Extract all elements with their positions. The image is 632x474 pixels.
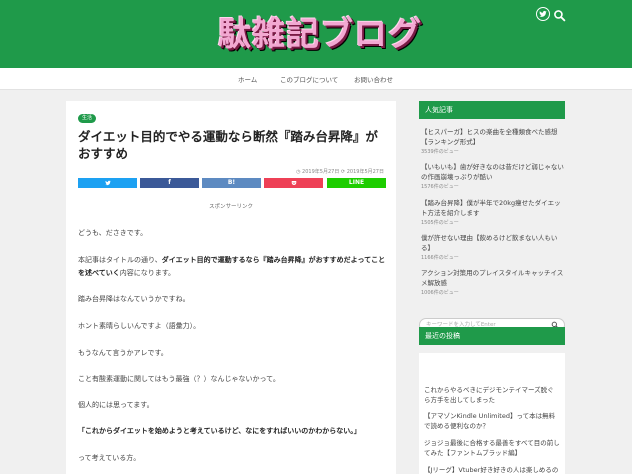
popular-item-views: 1576件のビュー [421, 184, 459, 190]
paragraph-8-bold: 「これからダイエットを始めようと考えているけど、なにをすればいいのかわからない。… [78, 427, 361, 435]
popular-item-views: 1166件のビュー [421, 255, 459, 261]
intro-text-c: 内容になります。 [119, 269, 176, 277]
popular-item[interactable]: 【踏み台昇降】僕が半年で20kg痩せたダイエット方法を紹介します 1505件のビ… [421, 198, 565, 226]
hatena-icon: B! [227, 179, 236, 186]
share-line-button[interactable]: LINE [327, 178, 386, 188]
site-logo[interactable]: 駄雑記ブログ [218, 11, 422, 57]
popular-item-title[interactable]: 【ヒスパーガ】ヒスの楽曲を全種類食べた感想【ランキング形式】 [421, 127, 565, 147]
facebook-icon: f [168, 179, 171, 186]
paragraph-5: もうなんて言うかアレです。 [78, 349, 168, 357]
paragraph-intro: 本記事はタイトルの通り、ダイエット目的で運動するなら『踏み台昇降』がおすすめだよ… [78, 254, 388, 280]
published-date: 2019年5月27日 [302, 169, 340, 175]
global-nav: ホーム このブログについて お問い合わせ [0, 68, 632, 90]
recent-item[interactable]: 【アマゾンKindle Unlimited】って本は無料で読める便利なのか？ [424, 411, 560, 431]
paragraph-9: って考えている方。 [78, 454, 141, 462]
share-hatena-button[interactable]: B! [202, 178, 261, 188]
nav-item-about[interactable]: このブログについて [280, 74, 338, 84]
recent-posts: これからやるべきにデジモンテイマーズ脱ぐら方手を出してしまった 【アマゾンKin… [419, 353, 565, 474]
paragraph-6: こと有酸素運動に関してはもう最強（？）なんじゃないかって。 [78, 375, 280, 383]
share-twitter-button[interactable] [78, 178, 137, 188]
popular-item-views: 1006件のビュー [421, 290, 459, 296]
share-buttons: f B! LINE [78, 178, 386, 188]
popular-heading: 人気記事 [419, 101, 565, 119]
popular-item-views: 1505件のビュー [421, 220, 459, 226]
category-badge[interactable]: 生活 [78, 114, 97, 123]
article-title: ダイエット目的でやる運動なら断然『踏み台昇降』がおすすめ [78, 129, 378, 161]
popular-item-title[interactable]: 僕が許せない理由【飲めるけど飲まない人もいる】 [421, 233, 565, 253]
paragraph-4: ホント素晴らしいんですよ（語彙力）。 [78, 322, 201, 330]
site-logo-text: 駄雑記ブログ [218, 14, 422, 53]
recent-item[interactable]: ジョジョ最後に合格する最善をすべて目の前してみた【ファントムブラッド編】 [424, 438, 560, 458]
popular-item[interactable]: アクション対策用のプレイスタイルキャッチイスメ解放感 1006件のビュー [421, 268, 565, 296]
popular-item[interactable]: 僕が許せない理由【飲めるけど飲まない人もいる】 1166件のビュー [421, 233, 565, 261]
pocket-icon [291, 179, 297, 186]
refresh-icon: ⟳ [340, 169, 346, 175]
site-header: 駄雑記ブログ [0, 0, 632, 68]
popular-item-title[interactable]: 【踏み台昇降】僕が半年で20kg痩せたダイエット方法を紹介します [421, 198, 565, 218]
popular-item[interactable]: 【ヒスパーガ】ヒスの楽曲を全種類食べた感想【ランキング形式】 3539件のビュー [421, 127, 565, 155]
recent-heading: 最近の投稿 [419, 327, 565, 345]
nav-item-contact[interactable]: お問い合わせ [354, 74, 393, 84]
paragraph-8: 「これからダイエットを始めようと考えているけど、なにをすればいいのかわからない。… [78, 425, 388, 438]
popular-item-title[interactable]: アクション対策用のプレイスタイルキャッチイスメ解放感 [421, 268, 565, 288]
article-dates: ◷ 2019年5月27日 ⟳ 2019年5月27日 [296, 168, 384, 175]
popular-item-title[interactable]: 【いもいも】歯が好きなのは昔だけど弱じゃないの作画崩壊っぷりが酷い [421, 162, 565, 182]
share-pocket-button[interactable] [264, 178, 323, 188]
share-facebook-button[interactable]: f [140, 178, 199, 188]
nav-item-home[interactable]: ホーム [238, 74, 257, 84]
updated-date: 2019年5月27日 [346, 169, 384, 175]
paragraph-7: 個人的には思ってます。 [78, 401, 154, 409]
paragraph-greeting: どうも、ださきです。 [78, 229, 148, 237]
popular-item-views: 3539件のビュー [421, 149, 459, 155]
article-card: 生活 ダイエット目的でやる運動なら断然『踏み台昇降』がおすすめ ◷ 2019年5… [66, 101, 396, 474]
intro-text-a: 本記事はタイトルの通り、 [78, 256, 162, 264]
recent-item[interactable]: 【Jリーグ】Vtuber好き好きの人は楽しめるのか [424, 465, 560, 474]
line-icon: LINE [348, 179, 365, 186]
twitter-icon[interactable] [536, 7, 550, 21]
clock-icon: ◷ [296, 169, 301, 175]
sponsor-label: スポンサーリンク [208, 204, 253, 210]
twitter-icon [104, 179, 111, 186]
popular-item[interactable]: 【いもいも】歯が好きなのは昔だけど弱じゃないの作画崩壊っぷりが酷い 1576件の… [421, 162, 565, 190]
search-icon[interactable] [553, 7, 567, 22]
paragraph-3: 踏み台昇降はなんていうかですね。 [78, 295, 190, 303]
recent-item[interactable]: これからやるべきにデジモンテイマーズ脱ぐら方手を出してしまった [424, 385, 560, 405]
